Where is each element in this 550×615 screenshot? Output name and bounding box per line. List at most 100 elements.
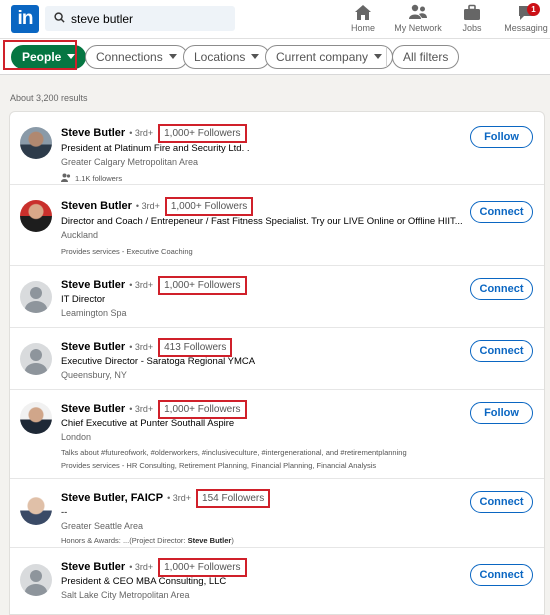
avatar[interactable] <box>20 493 52 525</box>
headline: President & CEO MBA Consulting, LLC <box>61 576 227 587</box>
briefcase-icon <box>464 4 480 20</box>
followers-count: 1,000+ Followers <box>158 276 247 295</box>
search-box[interactable] <box>45 6 235 31</box>
connection-degree: • 3rd+ <box>129 342 154 352</box>
locations-filter-label: Locations <box>194 50 246 64</box>
chevron-down-icon <box>374 54 383 59</box>
followers-count: 413 Followers <box>158 338 233 357</box>
avatar[interactable] <box>20 402 52 434</box>
connect-button[interactable]: Connect <box>470 278 533 300</box>
location: Auckland <box>61 230 99 240</box>
filter-divider <box>386 48 387 67</box>
follow-button[interactable]: Follow <box>470 402 533 424</box>
messaging-badge: 1 <box>527 3 540 16</box>
person-name-link[interactable]: Steve Butler, FAICP <box>61 492 163 504</box>
connect-button[interactable]: Connect <box>470 564 533 586</box>
nav-home[interactable]: Home <box>344 2 382 36</box>
person-name-link[interactable]: Steven Butler <box>61 200 132 212</box>
network-icon <box>409 4 427 19</box>
connect-button[interactable]: Connect <box>470 491 533 513</box>
services-insight: Provides services - HR Consulting, Retir… <box>61 461 377 470</box>
list-item[interactable]: Steve Butler • 3rd+ 1,000+ Followers Presi… <box>10 548 544 615</box>
list-item[interactable]: Steven Butler • 3rd+ 1,000+ Followers Dire… <box>10 185 544 266</box>
headline: -- <box>61 507 68 518</box>
nav-my-network-label: My Network <box>394 23 442 33</box>
filter-bar: People Connections Locations Current com… <box>0 38 550 75</box>
nav-home-label: Home <box>350 23 375 33</box>
followers-count: 1,000+ Followers <box>158 400 247 419</box>
avatar[interactable] <box>20 564 52 596</box>
people-filter-button[interactable]: People <box>11 45 87 69</box>
result-name-line: Steven Butler • 3rd+ 1,000+ Followers <box>61 197 254 216</box>
person-name-link[interactable]: Steve Butler <box>61 279 125 291</box>
nav-my-network[interactable]: My Network <box>391 2 445 36</box>
chevron-down-icon <box>168 54 177 59</box>
honors-suffix: ) <box>231 536 234 545</box>
search-input[interactable] <box>71 6 231 31</box>
chevron-down-icon <box>251 54 260 59</box>
connection-degree: • 3rd+ <box>129 562 154 572</box>
connection-degree: • 3rd+ <box>129 280 154 290</box>
list-item[interactable]: Steve Butler • 3rd+ 1,000+ Followers Chief… <box>10 390 544 479</box>
person-name-link[interactable]: Steve Butler <box>61 403 125 415</box>
headline: Executive Director - Saratoga Regional Y… <box>61 356 256 367</box>
linkedin-logo[interactable]: in <box>11 5 39 33</box>
result-name-line: Steve Butler • 3rd+ 1,000+ Followers <box>61 124 247 143</box>
home-icon <box>355 5 371 20</box>
location: Salt Lake City Metropolitan Area <box>61 590 190 600</box>
current-company-filter-label: Current company <box>276 50 369 64</box>
results-count: About 3,200 results <box>10 93 88 103</box>
headline: President at Platinum Fire and Security … <box>61 143 250 154</box>
headline: IT Director <box>61 294 106 305</box>
nav-messaging[interactable]: 1 Messaging <box>504 2 548 36</box>
result-name-line: Steve Butler • 3rd+ 1,000+ Followers <box>61 276 247 295</box>
all-filters-button[interactable]: All filters <box>392 45 460 69</box>
followers-count: 1,000+ Followers <box>158 124 247 143</box>
followers-count: 154 Followers <box>196 489 271 508</box>
avatar[interactable] <box>20 281 52 313</box>
result-name-line: Steve Butler • 3rd+ 1,000+ Followers <box>61 400 247 419</box>
person-name-link[interactable]: Steve Butler <box>61 561 125 573</box>
avatar[interactable] <box>20 200 52 232</box>
connection-degree: • 3rd+ <box>129 404 154 414</box>
avatar[interactable] <box>20 343 52 375</box>
follow-button[interactable]: Follow <box>470 126 533 148</box>
list-item[interactable]: Steve Butler • 3rd+ 1,000+ Followers IT Di… <box>10 266 544 328</box>
current-company-filter-button[interactable]: Current company <box>265 45 394 69</box>
talks-about-insight: Talks about #futureofwork, #olderworkers… <box>61 448 407 457</box>
headline: Chief Executive at Punter Southall Aspir… <box>61 418 235 429</box>
honors-highlight: Steve Butler <box>187 536 232 545</box>
headline: Director and Coach / Entrepeneur / Fast … <box>61 216 463 227</box>
connections-filter-label: Connections <box>96 50 163 64</box>
connect-button[interactable]: Connect <box>470 201 533 223</box>
search-icon <box>54 12 65 23</box>
chevron-down-icon <box>67 54 76 59</box>
list-item[interactable]: Steve Butler, FAICP • 3rd+ 154 Followers -… <box>10 479 544 548</box>
list-item[interactable]: Steve Butler • 3rd+ 1,000+ Followers Presi… <box>10 112 544 185</box>
honors-prefix: Honors & Awards: ...(Project Director: <box>61 536 188 545</box>
connection-degree: • 3rd+ <box>129 128 154 138</box>
nav-jobs-label: Jobs <box>462 23 482 33</box>
avatar[interactable] <box>20 127 52 159</box>
connections-filter-button[interactable]: Connections <box>85 45 188 69</box>
followers-count: 1,000+ Followers <box>164 197 254 216</box>
location: Queensbury, NY <box>61 370 127 380</box>
result-name-line: Steve Butler, FAICP • 3rd+ 154 Followers <box>61 489 271 508</box>
connect-button[interactable]: Connect <box>470 340 533 362</box>
location: Greater Seattle Area <box>61 521 144 531</box>
people-icon <box>61 173 71 182</box>
list-item[interactable]: Steve Butler • 3rd+ 413 Followers Executiv… <box>10 328 544 390</box>
all-filters-label: All filters <box>403 50 449 64</box>
followers-insight-text: 1.1K followers <box>75 174 123 183</box>
top-nav: in Home My Network Jobs 1 Messaging <box>0 0 550 38</box>
person-name-link[interactable]: Steve Butler <box>61 127 125 139</box>
followers-count: 1,000+ Followers <box>158 558 247 577</box>
person-name-link[interactable]: Steve Butler <box>61 341 125 353</box>
locations-filter-button[interactable]: Locations <box>183 45 271 69</box>
nav-messaging-label: Messaging <box>504 23 548 33</box>
followers-insight: 1.1K followers <box>61 173 122 183</box>
location: London <box>61 432 92 442</box>
honors-insight: Honors & Awards: ...(Project Director: S… <box>61 536 234 545</box>
nav-jobs[interactable]: Jobs <box>456 2 488 36</box>
results-list: Steve Butler • 3rd+ 1,000+ Followers Presi… <box>9 111 545 615</box>
